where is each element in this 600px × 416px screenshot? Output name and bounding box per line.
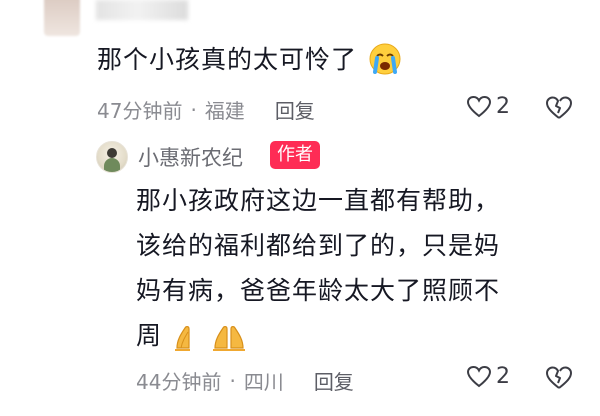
folded-hands-icon — [174, 326, 190, 351]
comment-text: 那个小孩真的太可怜了 — [97, 38, 402, 82]
like-button[interactable]: 2 — [466, 364, 510, 389]
reply-line: 周 — [136, 321, 163, 350]
reply-line: 那小孩政府这边一直都有帮助， — [136, 186, 501, 215]
blurred-username — [96, 0, 188, 20]
like-count: 2 — [496, 94, 510, 119]
broken-heart-icon[interactable] — [545, 365, 573, 391]
comment-meta: 47分钟前 · 福建 回复 — [97, 95, 315, 124]
reply-location: 四川 — [243, 370, 284, 394]
blurred-avatar[interactable] — [44, 0, 80, 36]
broken-heart-icon[interactable] — [545, 95, 573, 121]
heart-icon — [466, 95, 492, 117]
like-count: 2 — [496, 364, 510, 389]
reply-text: 那小孩政府这边一直都有帮助， 该给的福利都给到了的，只是妈 妈有病，爸爸年龄太大… — [136, 178, 556, 358]
like-button[interactable]: 2 — [466, 94, 510, 119]
avatar[interactable] — [96, 141, 128, 173]
reply-meta: 44分钟前 · 四川 回复 — [136, 366, 354, 395]
comment-time: 47分钟前 — [97, 99, 183, 123]
reply-button[interactable]: 回复 — [314, 366, 354, 395]
meta-separator: · — [229, 368, 236, 393]
comment-location: 福建 — [204, 99, 245, 123]
heart-icon — [466, 365, 492, 387]
reply-time: 44分钟前 — [136, 370, 222, 394]
username[interactable]: 小惠新农纪 — [138, 142, 243, 172]
author-badge: 作者 — [270, 141, 320, 169]
meta-separator: · — [190, 97, 197, 122]
reply-last-line: 周 — [136, 313, 556, 358]
reply-line: 该给的福利都给到了的，只是妈 — [136, 231, 501, 260]
reply-button[interactable]: 回复 — [275, 95, 315, 124]
comment-body: 那个小孩真的太可怜了 — [97, 45, 358, 74]
folded-hands-icon — [212, 326, 245, 351]
reply-line: 妈有病，爸爸年龄太大了照顾不 — [136, 276, 501, 305]
crying-face-icon — [369, 43, 401, 75]
